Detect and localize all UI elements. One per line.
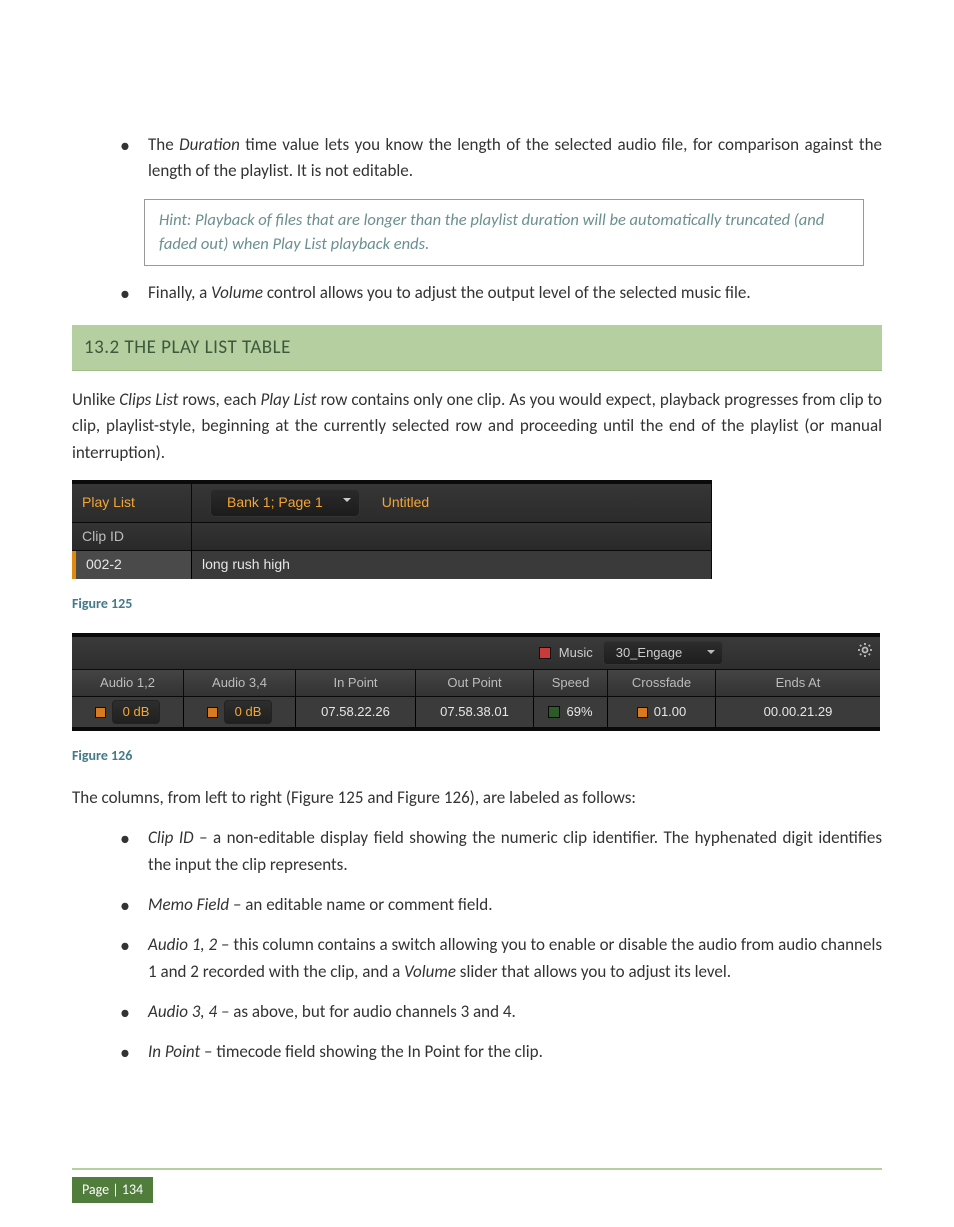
inpoint-desc: In Point – timecode field showing the In…: [120, 1039, 882, 1065]
audio34-db-chip[interactable]: 0 dB: [224, 700, 273, 724]
col-crossfade-value[interactable]: 01.00: [608, 697, 716, 727]
inpoint-text: – timecode field showing the In Point fo…: [200, 1041, 543, 1062]
col-audio34-header: Audio 3,4: [184, 670, 296, 696]
memo-desc: Memo Field – an editable name or comment…: [120, 892, 882, 918]
clip-id-desc: Clip ID – a non-editable display field s…: [120, 825, 882, 878]
col-crossfade-header: Crossfade: [608, 670, 716, 696]
col-speed-value[interactable]: 69%: [534, 697, 608, 727]
clip-id-text: – a non-editable display field showing t…: [148, 827, 882, 874]
columns-description-list: Clip ID – a non-editable display field s…: [72, 825, 882, 1065]
audio12-toggle-icon[interactable]: [95, 707, 106, 718]
col-audio34-value[interactable]: 0 dB: [184, 697, 296, 727]
hint-box: Hint: Playback of files that are longer …: [144, 199, 864, 267]
music-file-name: 30_Engage: [616, 643, 683, 663]
volume-bullet: Finally, a Volume control allows you to …: [120, 280, 882, 306]
audio34-db-text: 0 dB: [235, 702, 262, 722]
duration-bullet-list: The Duration time value lets you know th…: [72, 132, 882, 185]
footer-rule: [72, 1168, 882, 1170]
clips-list-em: Clips List: [119, 389, 178, 410]
col-speed-header: Speed: [534, 670, 608, 696]
stop-icon[interactable]: [539, 647, 551, 659]
volume-em: Volume: [211, 282, 263, 303]
clip-id-cell[interactable]: 002-2: [72, 551, 192, 579]
audio34-text: as above, but for audio channels 3 and 4…: [229, 1001, 515, 1022]
memo-header-blank: [192, 523, 712, 551]
speed-marker-icon: [548, 706, 560, 718]
audio12-db-text: 0 dB: [123, 702, 150, 722]
chevron-down-icon: [705, 646, 717, 658]
hint-text: Hint: Playback of files that are longer …: [159, 210, 824, 255]
duration-em: Duration: [179, 134, 240, 155]
figure-126-left-blank: [72, 637, 382, 669]
col-inpoint-header: In Point: [296, 670, 416, 696]
col-audio12-header: Audio 1,2: [72, 670, 184, 696]
section-heading: 13.2 THE PLAY LIST TABLE: [72, 325, 882, 371]
inpoint-em: In Point: [148, 1041, 200, 1062]
playlist-title-field[interactable]: Untitled: [382, 492, 429, 514]
crossfade-text: 01.00: [654, 702, 687, 722]
columns-intro: The columns, from left to right (Figure …: [72, 785, 882, 811]
memo-cell[interactable]: long rush high: [192, 551, 712, 579]
memo-text: – an editable name or comment field.: [229, 894, 492, 915]
gear-button[interactable]: [856, 641, 874, 659]
figure-125-panel: Play List Bank 1; Page 1 Untitled Clip I…: [72, 480, 712, 579]
figure-126-caption: Figure 126: [72, 745, 882, 767]
crossfade-toggle-icon[interactable]: [637, 707, 648, 718]
intro-paragraph: Unlike Clips List rows, each Play List r…: [72, 387, 882, 466]
memo-em: Memo Field: [148, 894, 229, 915]
page-footer: Page | 134: [72, 1168, 252, 1203]
page-number-badge: Page | 134: [72, 1177, 153, 1203]
figure-126-panel: Music 30_Engage Audio 1,2 Audio 3,4 In P…: [72, 633, 880, 731]
volume-em2: Volume: [404, 961, 456, 982]
playlist-tab-label[interactable]: Play List: [72, 484, 192, 522]
bank-page-label: Bank 1; Page 1: [227, 492, 323, 514]
audio12-db-chip[interactable]: 0 dB: [112, 700, 161, 724]
bank-title-row: Bank 1; Page 1 Untitled: [192, 484, 712, 522]
text-pre: Finally, a: [148, 282, 211, 303]
text-post: control allows you to adjust the output …: [263, 282, 751, 303]
col-inpoint-value[interactable]: 07.58.22.26: [296, 697, 416, 727]
col-endsat-header: Ends At: [716, 670, 880, 696]
chevron-down-icon: [341, 494, 353, 506]
audio12-em: Audio 1, 2: [148, 934, 217, 955]
music-label: Music: [559, 643, 593, 663]
audio12-desc: Audio 1, 2 – this column contains a swit…: [120, 932, 882, 985]
text-post: time value lets you know the length of t…: [148, 134, 882, 181]
col-outpoint-value[interactable]: 07.58.38.01: [416, 697, 534, 727]
duration-bullet: The Duration time value lets you know th…: [120, 132, 882, 185]
speed-text: 69%: [566, 702, 592, 722]
audio34-desc: Audio 3, 4 – as above, but for audio cha…: [120, 999, 882, 1025]
bank-page-dropdown[interactable]: Bank 1; Page 1: [210, 489, 360, 517]
audio34-em: Audio 3, 4 –: [148, 1001, 229, 1022]
music-file-dropdown[interactable]: 30_Engage: [603, 641, 724, 665]
volume-bullet-list: Finally, a Volume control allows you to …: [72, 280, 882, 306]
audio12-text2: slider that allows you to adjust its lev…: [456, 961, 731, 982]
clip-id-em: Clip ID: [148, 827, 194, 848]
col-audio12-value[interactable]: 0 dB: [72, 697, 184, 727]
text-pre: The: [148, 134, 179, 155]
figure-125-caption: Figure 125: [72, 593, 882, 615]
gear-icon: [857, 642, 873, 658]
play-list-em: Play List: [260, 389, 316, 410]
audio34-toggle-icon[interactable]: [207, 707, 218, 718]
clip-id-header: Clip ID: [72, 523, 192, 551]
col-endsat-value: 00.00.21.29: [716, 697, 880, 727]
music-header-cell: Music 30_Engage: [382, 637, 880, 669]
col-outpoint-header: Out Point: [416, 670, 534, 696]
